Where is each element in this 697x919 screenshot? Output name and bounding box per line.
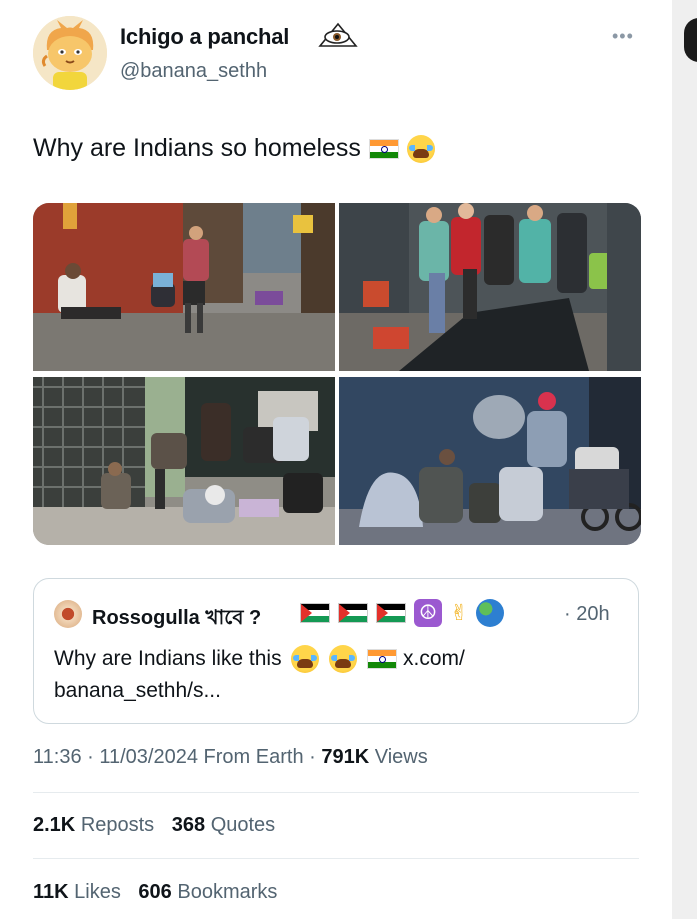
views-count: 791K bbox=[321, 746, 370, 768]
quoted-link-end[interactable]: banana_sethh/s... bbox=[54, 679, 221, 702]
quoted-name-emojis: ☮ ✌ bbox=[300, 599, 505, 627]
media-grid bbox=[33, 203, 641, 545]
display-name[interactable]: Ichigo a panchal bbox=[120, 24, 289, 50]
divider bbox=[33, 858, 639, 859]
loudly-crying-face-icon bbox=[406, 134, 435, 163]
views-label: Views bbox=[374, 746, 428, 768]
quoted-text: Why are Indians like this x.com/ banana_… bbox=[54, 643, 614, 707]
tweet-text: Why are Indians so homeless bbox=[33, 134, 435, 163]
photo-1[interactable] bbox=[33, 203, 335, 371]
quotes-count: 368 bbox=[171, 814, 206, 836]
reposts-link[interactable]: 2.1K Reposts bbox=[33, 814, 160, 836]
divider bbox=[33, 792, 639, 793]
photo-2[interactable] bbox=[339, 203, 641, 371]
quoted-display-name[interactable]: Rossogulla খাবে ? bbox=[92, 603, 261, 636]
tweet-card: Ichigo a panchal @banana_sethh ••• Why a… bbox=[0, 0, 672, 919]
likes-link[interactable]: 11K Likes bbox=[33, 881, 126, 903]
quotes-label: Quotes bbox=[210, 814, 276, 836]
engagement-row-2: 11K Likes 606 Bookmarks bbox=[33, 881, 277, 904]
background-edge bbox=[672, 0, 697, 919]
palestine-flag-icon bbox=[376, 603, 406, 623]
quoted-avatar[interactable] bbox=[54, 600, 82, 628]
edge-button[interactable] bbox=[684, 18, 697, 62]
globe-icon bbox=[476, 599, 505, 627]
reposts-count: 2.1K bbox=[33, 814, 76, 836]
more-options-icon[interactable]: ••• bbox=[612, 26, 634, 47]
loudly-crying-face-icon bbox=[291, 645, 320, 674]
photo-3[interactable] bbox=[33, 377, 335, 545]
eye-in-triangle-icon bbox=[318, 22, 358, 48]
bookmarks-link[interactable]: 606 Bookmarks bbox=[138, 881, 277, 903]
bookmarks-label: Bookmarks bbox=[177, 881, 278, 903]
palestine-flag-icon bbox=[338, 603, 368, 623]
avatar[interactable] bbox=[33, 16, 107, 90]
loudly-crying-face-icon bbox=[329, 645, 358, 674]
tweet-date[interactable]: 11/03/2024 bbox=[99, 746, 198, 768]
quoted-tweet[interactable]: Rossogulla খাবে ? ☮ ✌ · 20h Why are Indi… bbox=[33, 578, 639, 724]
bookmarks-count: 606 bbox=[138, 881, 172, 903]
victory-hand-icon: ✌ bbox=[450, 600, 469, 625]
india-flag-icon bbox=[367, 649, 398, 670]
quoted-link-start[interactable]: x.com/ bbox=[403, 647, 465, 670]
quoted-text-line1: Why are Indians like this bbox=[54, 647, 282, 670]
palestine-flag-icon bbox=[300, 603, 330, 623]
photo-4[interactable] bbox=[339, 377, 641, 545]
india-flag-icon bbox=[368, 138, 399, 159]
engagement-row-1: 2.1K Reposts 368 Quotes bbox=[33, 814, 275, 837]
likes-label: Likes bbox=[74, 881, 121, 903]
quotes-link[interactable]: 368 Quotes bbox=[172, 814, 275, 836]
peace-symbol-icon: ☮ bbox=[414, 599, 442, 627]
tweet-metadata: 11:36 · 11/03/2024 From Earth · 791K Vie… bbox=[33, 746, 428, 768]
tweet-time[interactable]: 11:36 bbox=[33, 746, 82, 768]
tweet-text-content: Why are Indians so homeless bbox=[33, 134, 361, 162]
tweet-source: From Earth bbox=[203, 746, 304, 768]
quoted-timestamp[interactable]: · 20h bbox=[564, 603, 610, 626]
user-handle[interactable]: @banana_sethh bbox=[120, 60, 267, 83]
reposts-label: Reposts bbox=[80, 814, 155, 836]
likes-count: 11K bbox=[33, 881, 69, 903]
